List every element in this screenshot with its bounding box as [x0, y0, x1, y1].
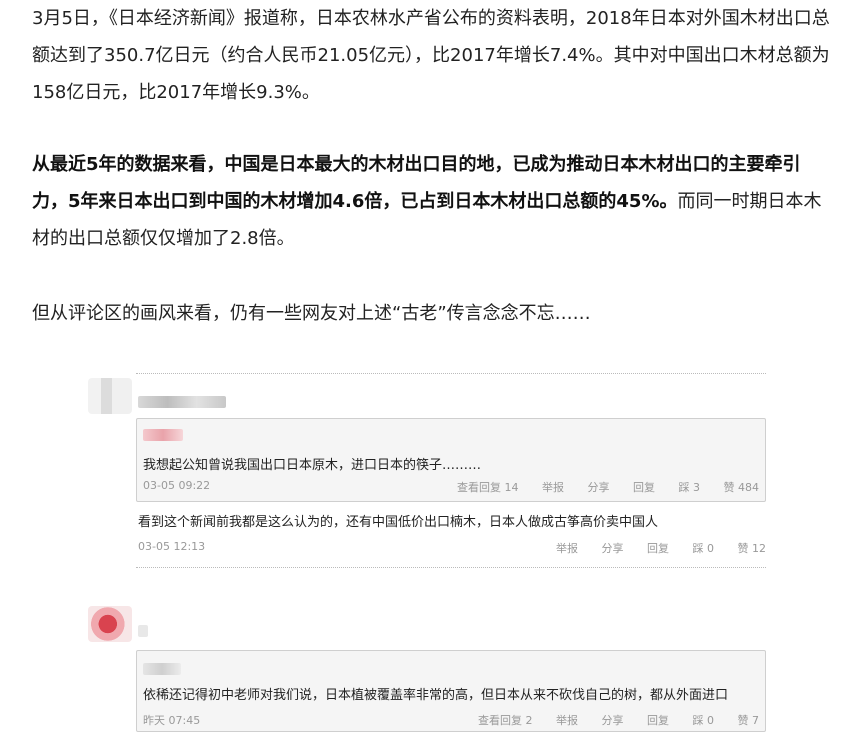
reply-text: 看到这个新闻前我都是这么认为的，还有中国低价出口楠木，日本人做成古筝高价卖中国人	[138, 515, 659, 530]
reply-actions: 举报 分享 回复 踩 0 赞 12	[536, 540, 766, 556]
quoted-comment: 依稀还记得初中老师对我们说，日本植被覆盖率非常的高，但日本从来不砍伐自己的树，都…	[136, 650, 766, 732]
comment-divider	[136, 567, 766, 568]
dislike-button[interactable]: 踩 3	[679, 481, 701, 494]
quoted-comment-text: 依稀还记得初中老师对我们说，日本植被覆盖率非常的高，但日本从来不砍伐自己的树，都…	[143, 688, 729, 703]
reply-link[interactable]: 回复	[647, 714, 669, 727]
article-paragraph-3: 但从评论区的画风来看，仍有一些网友对上述“古老”传言念念不忘……	[32, 303, 591, 324]
reply-link[interactable]: 回复	[633, 481, 655, 494]
article-paragraph-2: 从最近5年的数据来看，中国是日本最大的木材出口目的地，已成为推动日本木材出口的主…	[32, 146, 832, 257]
comment-divider	[136, 373, 766, 374]
quoted-comment-time: 昨天 07:45	[143, 714, 201, 727]
share-link[interactable]: 分享	[588, 481, 610, 494]
share-link[interactable]: 分享	[602, 714, 624, 727]
avatar[interactable]	[88, 378, 132, 414]
view-replies-link[interactable]: 查看回复 2	[478, 714, 533, 727]
quoted-username-blurred[interactable]	[143, 663, 181, 675]
view-replies-link[interactable]: 查看回复 14	[457, 481, 519, 494]
share-link[interactable]: 分享	[602, 542, 624, 555]
quoted-comment: 我想起公知曾说我国出口日本原木，进口日本的筷子……… 03-05 09:22 查…	[136, 418, 766, 502]
report-link[interactable]: 举报	[556, 542, 578, 555]
username-blurred[interactable]	[138, 396, 226, 408]
avatar[interactable]	[88, 606, 132, 642]
like-button[interactable]: 赞 12	[738, 542, 767, 555]
dislike-button[interactable]: 踩 0	[693, 542, 715, 555]
quoted-comment-actions: 查看回复 14 举报 分享 回复 踩 3 赞 484	[437, 479, 759, 495]
reply-link[interactable]: 回复	[647, 542, 669, 555]
quoted-username-blurred[interactable]	[143, 429, 183, 441]
quoted-comment-time: 03-05 09:22	[143, 479, 211, 492]
report-link[interactable]: 举报	[556, 714, 578, 727]
article-paragraph-1: 3月5日，《日本经济新闻》报道称，日本农林水产省公布的资料表明，2018年日本对…	[32, 8, 830, 103]
reply-time: 03-05 12:13	[138, 540, 206, 553]
username-blurred[interactable]	[138, 625, 148, 637]
like-button[interactable]: 赞 484	[724, 481, 760, 494]
report-link[interactable]: 举报	[542, 481, 564, 494]
quoted-comment-text: 我想起公知曾说我国出口日本原木，进口日本的筷子………	[143, 458, 482, 473]
dislike-button[interactable]: 踩 0	[693, 714, 715, 727]
like-button[interactable]: 赞 7	[738, 714, 760, 727]
quoted-comment-actions: 查看回复 2 举报 分享 回复 踩 0 赞 7	[458, 712, 759, 728]
